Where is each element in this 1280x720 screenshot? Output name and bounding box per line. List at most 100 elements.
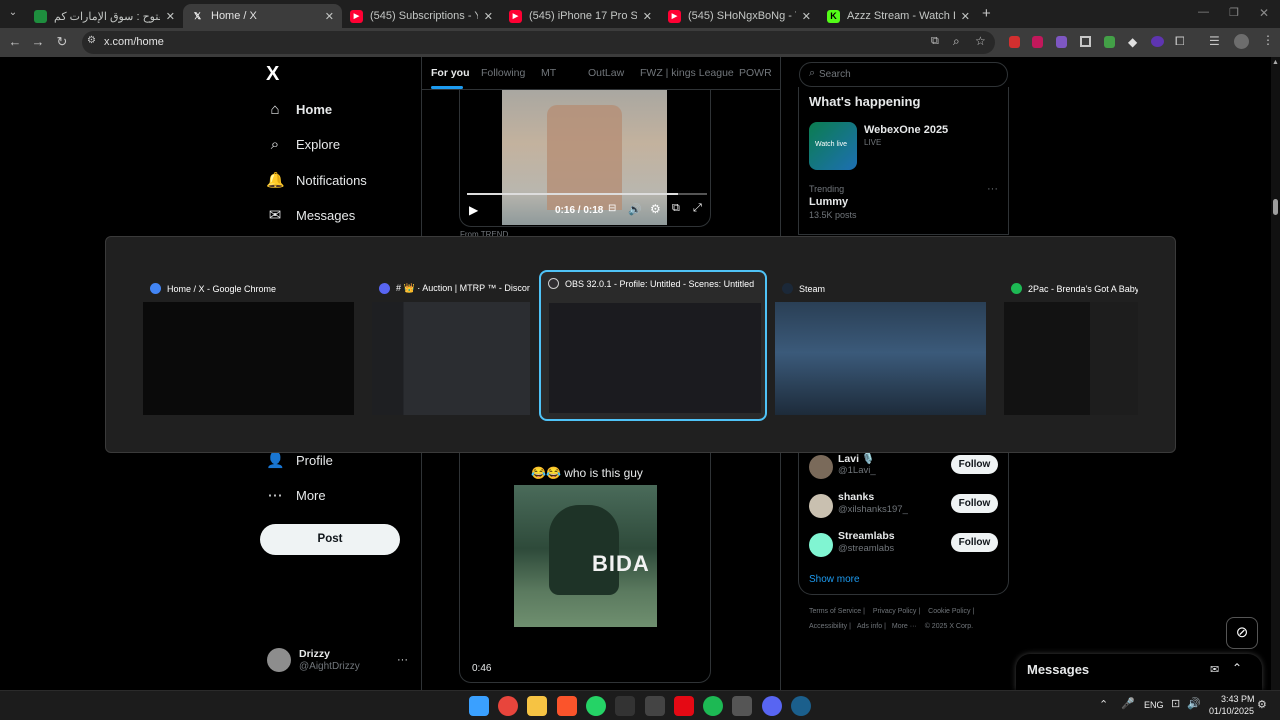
account-avatar[interactable] — [267, 648, 291, 672]
browser-tab[interactable]: ▶ (545) SHoNgxBoNg - YouTube ✕ — [660, 4, 819, 28]
browser-tab[interactable]: السوق المفتوح : سوق الإمارات كم ✕ — [26, 4, 183, 28]
fullscreen-icon[interactable]: ⤢ — [693, 202, 702, 215]
settings-gear-icon[interactable]: ⚙ — [650, 202, 661, 216]
notifications-tray-icon[interactable]: ⚙ — [1257, 698, 1267, 711]
capcut-icon[interactable] — [615, 696, 635, 716]
extension-purple-icon[interactable] — [1056, 36, 1067, 48]
extension-diamond-icon[interactable]: ◆ — [1128, 35, 1137, 49]
whatsapp-icon[interactable] — [586, 696, 606, 716]
brave-icon[interactable] — [557, 696, 577, 716]
follow-button[interactable]: Follow — [951, 494, 998, 513]
account-name[interactable]: Drizzy — [299, 648, 330, 660]
search-input[interactable]: ⌕ Search — [799, 62, 1008, 87]
follow-name[interactable]: Streamlabs — [838, 530, 895, 542]
footer-ads-info[interactable]: Ads info — [857, 623, 882, 630]
switcher-window[interactable]: Steam — [775, 277, 986, 417]
post-button[interactable]: Post — [260, 524, 400, 555]
switcher-window[interactable]: # 👑 · Auction | MTRP ™ - Discord — [372, 277, 530, 417]
media-controls-icon[interactable]: ☰ — [1209, 34, 1220, 48]
follow-avatar[interactable] — [809, 494, 833, 518]
browser-tab[interactable]: 𝕏 Home / X ✕ — [183, 4, 342, 28]
menu-kebab-icon[interactable]: ⋮ — [1262, 33, 1274, 47]
netflix-icon[interactable] — [674, 696, 694, 716]
address-bar[interactable]: ⚙ x.com/home ⧉ ⌕ ☆ — [82, 31, 995, 54]
footer-terms[interactable]: Terms of Service — [809, 608, 861, 615]
tab-search-icon[interactable]: ⌄ — [6, 7, 20, 21]
install-app-icon[interactable]: ⧉ — [931, 35, 939, 48]
restore-icon[interactable]: ❐ — [1229, 6, 1239, 19]
timeline-tab[interactable]: Following — [481, 67, 525, 79]
chrome-icon[interactable] — [498, 696, 518, 716]
footer-more[interactable]: More ··· — [892, 623, 917, 630]
switcher-window[interactable]: Home / X - Google Chrome — [143, 277, 354, 417]
volume-tray-icon[interactable]: 🔊 — [1187, 697, 1201, 710]
obs-icon[interactable] — [645, 696, 665, 716]
tab-close-icon[interactable]: ✕ — [166, 10, 175, 23]
sidebar-item-notifications[interactable]: 🔔 Notifications — [266, 171, 367, 189]
scroll-thumb[interactable] — [1273, 199, 1278, 215]
spotify-icon[interactable] — [703, 696, 723, 716]
trend-more-icon[interactable]: ··· — [987, 183, 998, 195]
page-scrollbar[interactable]: ▲ — [1271, 57, 1280, 690]
show-more-link[interactable]: Show more — [809, 574, 860, 585]
windows-start-icon[interactable] — [469, 696, 489, 716]
x-logo[interactable]: X — [266, 63, 279, 86]
event-thumbnail[interactable]: Watch live — [809, 122, 857, 170]
microphone-icon[interactable]: 🎤 — [1121, 697, 1135, 710]
footer-cookie[interactable]: Cookie Policy — [928, 608, 970, 615]
scroll-up-arrow-icon[interactable]: ▲ — [1272, 59, 1279, 66]
grok-button[interactable]: ⊘ — [1226, 617, 1258, 649]
timeline-tab[interactable]: FWZ | kings League — [640, 67, 734, 79]
sidebar-item-more[interactable]: ⋯ More — [266, 486, 326, 504]
network-icon[interactable]: ⊡ — [1171, 697, 1180, 710]
timeline-tab[interactable]: POWR — [739, 67, 772, 79]
file-explorer-icon[interactable] — [527, 696, 547, 716]
follow-avatar[interactable] — [809, 533, 833, 557]
extension-eye-icon[interactable] — [1151, 36, 1164, 47]
extensions-puzzle-icon[interactable]: ⧠ — [1175, 34, 1185, 49]
event-title[interactable]: WebexOne 2025 — [864, 124, 948, 136]
messages-drawer[interactable]: Messages ✉ ⌃ — [1016, 654, 1262, 690]
sidebar-item-profile[interactable]: 👤 Profile — [266, 451, 333, 469]
reload-icon[interactable]: ↻ — [53, 34, 71, 50]
sidebar-item-home[interactable]: ⌂ Home — [266, 101, 332, 118]
pip-icon[interactable]: ⧉ — [672, 202, 680, 215]
follow-button[interactable]: Follow — [951, 455, 998, 474]
timeline-tab[interactable]: For you — [431, 67, 470, 79]
site-info-icon[interactable]: ⚙ — [87, 35, 96, 46]
url-text[interactable]: x.com/home — [104, 36, 164, 48]
extension-shield-icon[interactable] — [1032, 36, 1043, 48]
volume-icon[interactable]: 🔊 — [628, 203, 642, 216]
browser-tab[interactable]: ▶ (545) Subscriptions - YouTube ✕ — [342, 4, 501, 28]
language-indicator[interactable]: ENG — [1144, 700, 1164, 710]
account-more-icon[interactable]: ··· — [397, 654, 408, 666]
timeline-tab[interactable]: OutLaw — [588, 67, 624, 79]
captions-icon[interactable]: ⊟ — [608, 203, 616, 214]
footer-accessibility[interactable]: Accessibility — [809, 623, 847, 630]
footer-privacy[interactable]: Privacy Policy — [873, 608, 917, 615]
play-icon[interactable]: ▶ — [469, 203, 478, 217]
switcher-window[interactable]: OBS 32.0.1 - Profile: Untitled - Scenes:… — [539, 270, 767, 421]
close-window-icon[interactable]: ✕ — [1259, 6, 1269, 20]
discord-icon[interactable] — [762, 696, 782, 716]
tab-close-icon[interactable]: ✕ — [643, 10, 652, 23]
extension-grid-icon[interactable] — [1080, 36, 1091, 47]
extension-adblock-icon[interactable] — [1009, 36, 1020, 48]
profile-avatar[interactable] — [1234, 34, 1249, 49]
bookmark-star-icon[interactable]: ☆ — [975, 34, 986, 48]
follow-name[interactable]: Lavi 🎙️ — [838, 452, 875, 465]
trend-name[interactable]: Lummy — [809, 196, 848, 208]
back-icon[interactable]: ← — [6, 34, 24, 50]
expand-drawer-icon[interactable]: ⌃ — [1232, 661, 1242, 675]
follow-button[interactable]: Follow — [951, 533, 998, 552]
zoom-icon[interactable]: ⌕ — [953, 34, 960, 49]
browser-tab[interactable]: K Azzz Stream - Watch Live on Ki ✕ — [819, 4, 978, 28]
tab-close-icon[interactable]: ✕ — [484, 10, 493, 23]
extension-green-shield-icon[interactable] — [1104, 36, 1115, 48]
sidebar-item-messages[interactable]: ✉ Messages — [266, 206, 356, 224]
browser-tab[interactable]: ▶ (545) iPhone 17 Pro Scratch Gat ✕ — [501, 4, 660, 28]
new-tab-button[interactable]: + — [982, 5, 991, 22]
tab-close-icon[interactable]: ✕ — [802, 10, 811, 23]
minimize-icon[interactable]: — — [1198, 6, 1209, 18]
chatgpt-icon[interactable] — [732, 696, 752, 716]
